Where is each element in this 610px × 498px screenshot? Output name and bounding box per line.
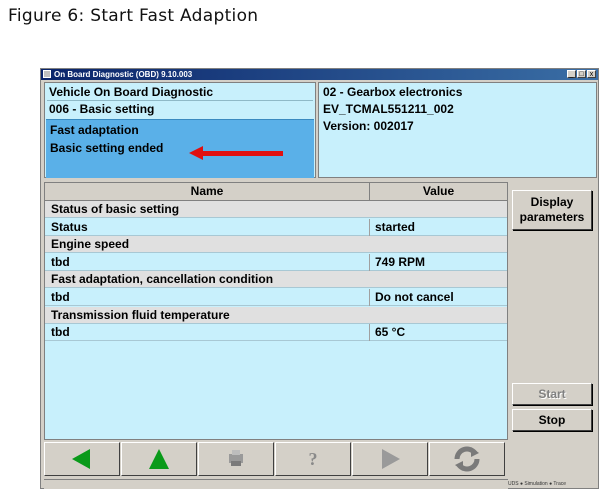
group-name-cell: Transmission fluid temperature [51,307,230,322]
group-name-cell: Fast adaptation, cancellation condition [51,272,274,287]
parameter-table: Name Value Status of basic setting Status… [44,182,508,440]
ecu-version: Version: 002017 [323,119,414,133]
up-button[interactable] [121,442,197,476]
ecu-part-number: EV_TCMAL551211_002 [323,102,454,116]
app-icon [43,70,51,78]
help-button[interactable]: ? [275,442,351,476]
bottom-strip [44,479,508,489]
value-cell: 749 RPM [375,254,426,269]
table-group-row[interactable]: Transmission fluid temperature [45,306,507,324]
name-cell: tbd [51,254,70,269]
table-header: Name Value [45,183,507,201]
ecu-name: 02 - Gearbox electronics [323,85,463,99]
name-cell: tbd [51,290,70,304]
start-button[interactable]: Start [512,383,592,405]
display-parameters-line2: parameters [519,210,585,224]
help-glyph: ? [309,449,318,469]
name-cell: Status [51,219,88,234]
home-up-icon [149,449,169,469]
group-name-cell: Status of basic setting [51,202,180,216]
forward-arrow-icon [382,449,400,469]
table-row[interactable]: tbd 749 RPM [45,253,507,271]
table-group-row[interactable]: Status of basic setting [45,201,507,218]
figure-caption: Figure 6: Start Fast Adaption [8,6,259,26]
navigation-toolbar: ? [44,442,508,478]
table-row[interactable]: tbd 65 °C [45,324,507,342]
refresh-icon [454,446,480,472]
obd-window: On Board Diagnostic (OBD) 9.10.003 _ □ x… [40,68,599,489]
maximize-button[interactable]: □ [577,70,586,78]
value-cell: 65 °C [375,325,406,340]
status-bar: UDS ● Simulation ● Trace [508,481,567,487]
display-parameters-line1: Display [530,195,574,209]
value-cell: Do not cancel [375,290,454,304]
print-button[interactable] [198,442,274,476]
back-arrow-icon [72,449,90,469]
print-icon [229,450,243,466]
function-label: 006 - Basic setting [49,102,155,116]
help-icon: ? [309,449,318,469]
red-arrow-shaft [201,151,283,156]
minimize-button[interactable]: _ [567,70,576,78]
close-button[interactable]: x [587,70,596,78]
group-name-cell: Engine speed [51,237,130,252]
table-row[interactable]: Status started [45,218,507,236]
diagnostic-info-panel: Vehicle On Board Diagnostic 006 - Basic … [44,82,316,178]
back-button[interactable] [44,442,120,476]
forward-button[interactable] [352,442,428,476]
title-bar: On Board Diagnostic (OBD) 9.10.003 _ □ x [41,69,598,80]
table-group-row[interactable]: Fast adaptation, cancellation condition [45,271,507,289]
column-header-value[interactable]: Value [370,184,507,198]
status-box: Fast adaptation Basic setting ended [46,119,314,178]
status-line-1: Fast adaptation [50,123,139,137]
display-parameters-button[interactable]: Display parameters [512,190,592,230]
window-title: On Board Diagnostic (OBD) 9.10.003 [54,70,193,79]
refresh-button[interactable] [429,442,505,476]
ecu-info-panel: 02 - Gearbox electronics EV_TCMAL551211_… [318,82,597,178]
table-group-row[interactable]: Engine speed [45,236,507,254]
stop-button[interactable]: Stop [512,409,592,431]
status-line-2: Basic setting ended [50,141,164,155]
vehicle-diagnostic-label: Vehicle On Board Diagnostic [49,85,214,99]
name-cell: tbd [51,325,70,340]
column-header-name[interactable]: Name [45,184,369,198]
value-cell: started [375,219,416,234]
table-row[interactable]: tbd Do not cancel [45,289,507,306]
